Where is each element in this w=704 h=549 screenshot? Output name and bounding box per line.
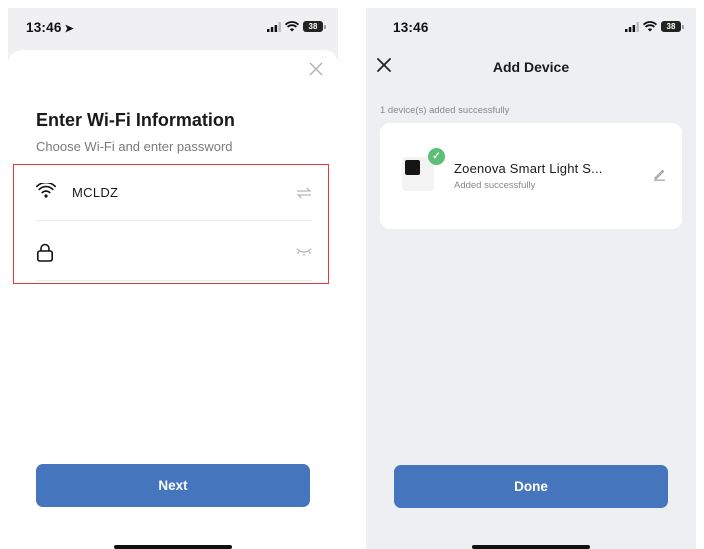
page-title: Enter Wi-Fi Information <box>36 110 235 130</box>
wifi-credentials-group: MCLDZ <box>13 164 329 284</box>
status-bar: 13:46 ➤ 38 <box>8 8 338 48</box>
divider <box>36 220 312 221</box>
nav-title: Add Device <box>492 59 570 75</box>
status-icons: 38 <box>625 21 684 32</box>
wifi-status-icon <box>643 21 657 32</box>
check-icon: ✓ <box>428 148 445 165</box>
device-status: Added successfully <box>454 180 536 191</box>
password-field[interactable] <box>36 225 312 281</box>
battery-icon: 38 <box>303 21 326 32</box>
status-time: 13:46 ➤ <box>26 20 74 35</box>
wifi-network-name: MCLDZ <box>72 185 119 200</box>
switch-arrows-icon[interactable] <box>296 187 312 199</box>
wifi-status-icon <box>285 21 299 32</box>
edit-icon[interactable] <box>653 168 666 181</box>
battery-icon: 38 <box>661 21 684 32</box>
location-arrow-icon: ➤ <box>64 23 74 35</box>
status-bar: 13:46 38 <box>366 8 696 48</box>
next-button[interactable]: Next <box>36 464 310 507</box>
page-subtitle: Choose Wi-Fi and enter password <box>36 139 233 154</box>
home-indicator <box>114 545 232 549</box>
wifi-icon <box>36 183 56 198</box>
device-name: Zoenova Smart Light S... <box>454 161 603 176</box>
add-device-screen: 13:46 38 Add Device 1 device(s) added su… <box>366 8 696 549</box>
status-icons: 38 <box>267 21 326 32</box>
divider <box>36 280 312 281</box>
close-icon[interactable] <box>309 62 323 76</box>
done-button[interactable]: Done <box>394 465 668 508</box>
lock-icon <box>36 243 53 262</box>
device-card[interactable]: ✓ Zoenova Smart Light S... Added success… <box>380 123 682 229</box>
home-indicator <box>472 545 590 549</box>
signal-icon <box>267 21 281 32</box>
signal-icon <box>625 21 639 32</box>
wifi-info-sheet: Enter Wi-Fi Information Choose Wi-Fi and… <box>8 50 338 549</box>
wifi-network-field[interactable]: MCLDZ <box>36 165 312 221</box>
added-count-text: 1 device(s) added successfully <box>380 105 510 116</box>
wifi-setup-screen: 13:46 ➤ 38 Enter Wi-Fi Information Choose… <box>8 8 338 549</box>
eye-closed-icon[interactable] <box>296 247 312 257</box>
status-time: 13:46 <box>393 20 429 35</box>
